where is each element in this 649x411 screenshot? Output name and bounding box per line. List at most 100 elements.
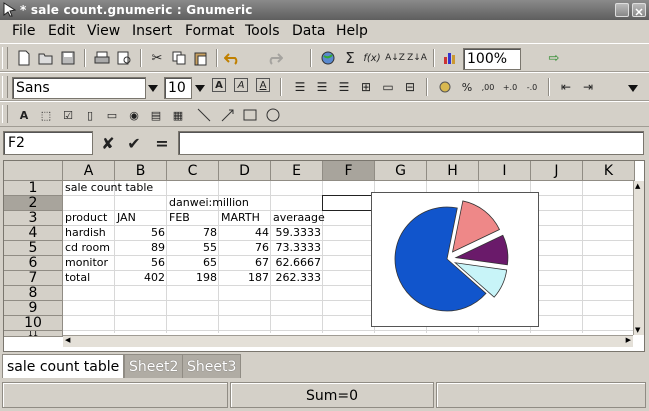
column-header-g[interactable]: G	[375, 161, 427, 181]
rectangle-tool-icon[interactable]	[240, 105, 260, 125]
menu-view[interactable]: View	[85, 20, 122, 42]
row-header-7[interactable]: 7	[4, 271, 63, 286]
horizontal-scrollbar[interactable]: ◀ ▶	[63, 335, 633, 347]
ellipse-tool-icon[interactable]	[263, 105, 283, 125]
cell-e5[interactable]: 73.3333	[271, 241, 323, 255]
cell-a5[interactable]: cd room	[63, 241, 112, 255]
next-arrow-icon[interactable]: ⇨	[544, 48, 564, 68]
chart-guru-icon[interactable]	[440, 48, 460, 68]
menu-format[interactable]: Format	[183, 20, 236, 42]
copy-icon[interactable]	[169, 48, 189, 68]
open-folder-icon[interactable]	[36, 48, 56, 68]
cell-c4[interactable]: 78	[167, 226, 219, 240]
cell-c7[interactable]: 198	[167, 271, 219, 285]
column-header-h[interactable]: H	[427, 161, 479, 181]
decrease-indent-icon[interactable]: ⇤	[556, 77, 576, 97]
column-header-i[interactable]: I	[479, 161, 531, 181]
toolbar-handle-format[interactable]	[2, 76, 8, 98]
column-header-d[interactable]: D	[219, 161, 271, 181]
cell-c6[interactable]: 65	[167, 256, 219, 270]
function-fx-icon[interactable]: f(x)	[362, 48, 382, 68]
cell-b3[interactable]: JAN	[115, 211, 138, 225]
cell-c5[interactable]: 55	[167, 241, 219, 255]
cell-a6[interactable]: monitor	[63, 256, 110, 270]
hyperlink-globe-icon[interactable]	[318, 48, 338, 68]
align-left-icon[interactable]: ☰	[290, 77, 310, 97]
undo-icon[interactable]	[222, 48, 242, 68]
print-icon[interactable]	[92, 48, 112, 68]
toolbar-overflow-arrow[interactable]	[628, 85, 638, 92]
sum-sigma-icon[interactable]: Σ	[340, 48, 360, 68]
scrollbar-tool-icon[interactable]: ▯	[80, 105, 100, 125]
menu-data[interactable]: Data	[290, 20, 327, 42]
row-header-8[interactable]: 8	[4, 286, 63, 301]
cell-a7[interactable]: total	[63, 271, 92, 285]
close-icon[interactable]: ✘	[98, 133, 118, 153]
cell-b7[interactable]: 402	[115, 271, 167, 285]
column-header-c[interactable]: C	[167, 161, 219, 181]
font-name-dropdown-arrow[interactable]	[148, 85, 158, 92]
thousands-separator-icon[interactable]: ,00	[478, 77, 498, 97]
column-header-b[interactable]: B	[115, 161, 167, 181]
percent-format-icon[interactable]: %	[457, 77, 477, 97]
frame-tool-icon[interactable]: ⬚	[36, 105, 56, 125]
cell-d7[interactable]: 187	[219, 271, 271, 285]
align-right-icon[interactable]: ☰	[334, 77, 354, 97]
decrease-decimal-icon[interactable]: -.0	[522, 77, 542, 97]
list-tool-icon[interactable]: ▤	[146, 105, 166, 125]
row-header-4[interactable]: 4	[4, 226, 63, 241]
cell-b6[interactable]: 56	[115, 256, 167, 270]
currency-format-icon[interactable]	[435, 77, 455, 97]
minimize-button[interactable]	[615, 3, 629, 17]
menu-edit[interactable]: Edit	[46, 20, 77, 42]
paste-icon[interactable]	[191, 48, 211, 68]
sort-descending-icon[interactable]: Z↓A	[407, 48, 427, 68]
row-header-5[interactable]: 5	[4, 241, 63, 256]
cell-d5[interactable]: 76	[219, 241, 271, 255]
column-header-e[interactable]: E	[271, 161, 323, 181]
italic-icon[interactable]: A	[234, 78, 248, 92]
menu-help[interactable]: Help	[334, 20, 370, 42]
row-header-11[interactable]: 11	[4, 331, 63, 337]
column-header-j[interactable]: J	[531, 161, 583, 181]
button-tool-icon[interactable]: ▭	[102, 105, 122, 125]
cell-e7[interactable]: 262.333	[271, 271, 323, 285]
pie-chart-object[interactable]	[371, 192, 539, 327]
cut-icon[interactable]: ✂	[147, 48, 167, 68]
checkbox-tool-icon[interactable]: ☑	[58, 105, 78, 125]
scroll-up-arrow[interactable]: ▲	[635, 182, 640, 190]
cell-c3[interactable]: FEB	[167, 211, 192, 225]
underline-icon[interactable]: A	[256, 78, 270, 92]
active-cell-f2[interactable]	[322, 195, 375, 211]
save-icon[interactable]	[58, 48, 78, 68]
cell-c2[interactable]: danwei:million	[167, 196, 251, 210]
cell-e6[interactable]: 62.6667	[271, 256, 323, 270]
cell-a3[interactable]: product	[63, 211, 109, 225]
cell-d4[interactable]: 44	[219, 226, 271, 240]
redo-icon[interactable]	[265, 48, 285, 68]
tab-sale-count-table[interactable]: sale count table	[2, 354, 125, 378]
scroll-right-arrow[interactable]: ▶	[626, 336, 631, 344]
print-preview-icon[interactable]	[114, 48, 134, 68]
tab-sheet3[interactable]: Sheet3	[182, 354, 242, 378]
row-header-10[interactable]: 10	[4, 316, 63, 331]
bold-icon[interactable]: A	[212, 78, 226, 92]
cell-b4[interactable]: 56	[115, 226, 167, 240]
zoom-combo[interactable]: 100%	[463, 48, 521, 70]
cell-e4[interactable]: 59.3333	[271, 226, 323, 240]
column-header-f[interactable]: F	[323, 161, 375, 181]
cell-d3[interactable]: MARTH	[219, 211, 262, 225]
menu-tools[interactable]: Tools	[243, 20, 282, 42]
toolbar-handle-objects[interactable]	[2, 105, 8, 123]
tab-sheet2[interactable]: Sheet2	[124, 354, 184, 378]
increase-indent-icon[interactable]: ⇥	[578, 77, 598, 97]
column-header-k[interactable]: K	[583, 161, 635, 181]
cell-e3[interactable]: averaage	[271, 211, 327, 225]
menu-insert[interactable]: Insert	[130, 20, 174, 42]
font-size-dropdown-arrow[interactable]	[195, 85, 205, 92]
row-header-3[interactable]: 3	[4, 211, 63, 226]
app-logo-icon[interactable]	[3, 2, 17, 17]
font-name-combo[interactable]: Sans	[12, 77, 146, 99]
scroll-left-arrow[interactable]: ◀	[65, 336, 70, 344]
spreadsheet-grid[interactable]: A B C D E F G H I J K 1 2 3 4 5 6 7 8 9 …	[3, 160, 645, 352]
